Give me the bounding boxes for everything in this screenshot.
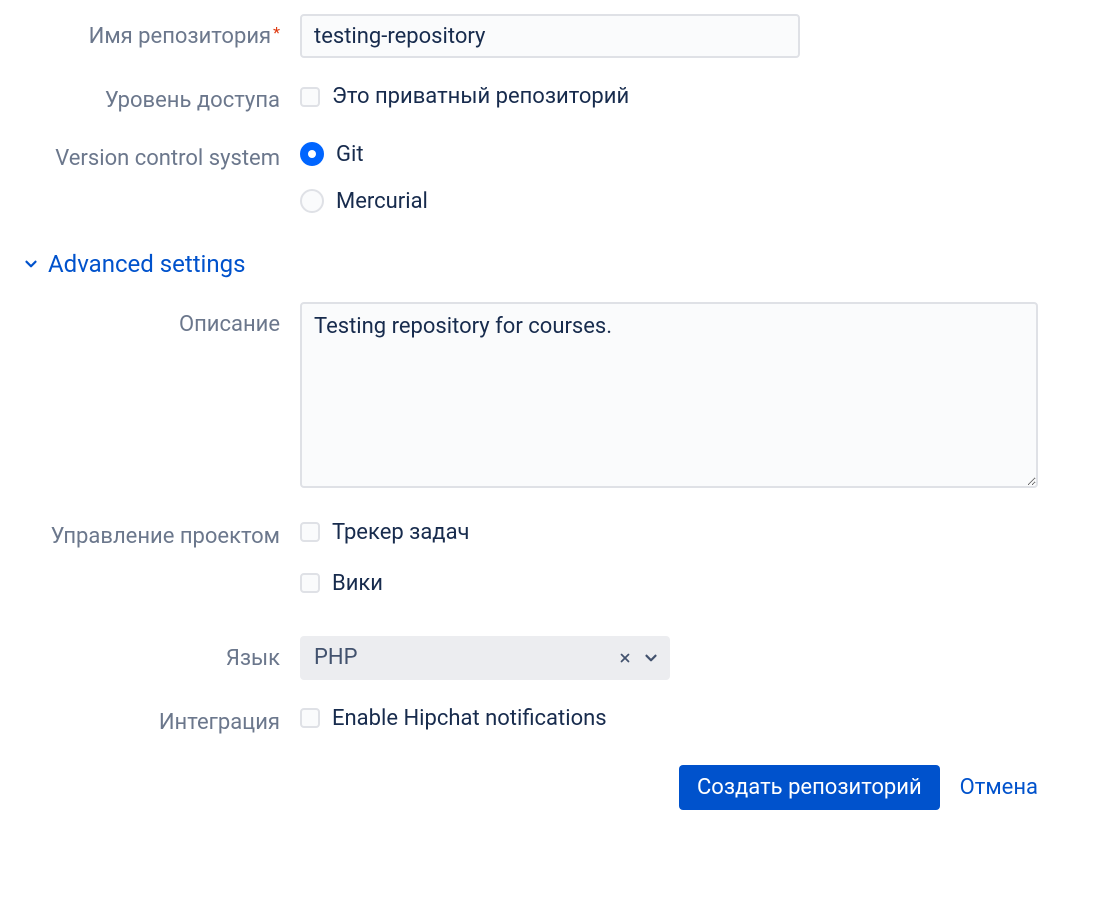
create-repo-button[interactable]: Создать репозиторий: [679, 765, 940, 810]
language-selected-value: PHP: [314, 645, 618, 670]
chevron-down-icon[interactable]: [642, 649, 660, 667]
chevron-down-icon: [20, 253, 42, 275]
advanced-settings-toggle[interactable]: Advanced settings: [20, 250, 1076, 278]
hipchat-label[interactable]: Enable Hipchat notifications: [332, 706, 607, 731]
project-mgmt-label: Управление проектом: [10, 514, 300, 552]
wiki-label[interactable]: Вики: [332, 571, 383, 596]
clear-icon[interactable]: [618, 651, 632, 665]
private-repo-option-label[interactable]: Это приватный репозиторий: [332, 84, 629, 109]
wiki-checkbox[interactable]: [300, 573, 320, 593]
vcs-mercurial-label[interactable]: Mercurial: [336, 189, 428, 214]
vcs-mercurial-radio[interactable]: [300, 189, 324, 213]
repo-name-input[interactable]: [300, 14, 800, 58]
cancel-button[interactable]: Отмена: [960, 775, 1038, 800]
description-textarea[interactable]: Testing repository for courses.: [300, 302, 1038, 488]
description-label: Описание: [10, 302, 300, 340]
private-repo-checkbox[interactable]: [300, 87, 320, 107]
advanced-settings-label: Advanced settings: [48, 250, 246, 278]
language-label: Язык: [10, 636, 300, 674]
vcs-git-radio[interactable]: [300, 142, 324, 166]
integration-label: Интеграция: [10, 700, 300, 738]
issue-tracker-label[interactable]: Трекер задач: [332, 520, 470, 545]
issue-tracker-checkbox[interactable]: [300, 522, 320, 542]
hipchat-checkbox[interactable]: [300, 708, 320, 728]
vcs-label: Version control system: [10, 136, 300, 174]
vcs-git-label[interactable]: Git: [336, 142, 364, 167]
repo-name-label: Имя репозитория: [10, 14, 300, 52]
access-level-label: Уровень доступа: [10, 78, 300, 116]
language-select[interactable]: PHP: [300, 636, 670, 680]
